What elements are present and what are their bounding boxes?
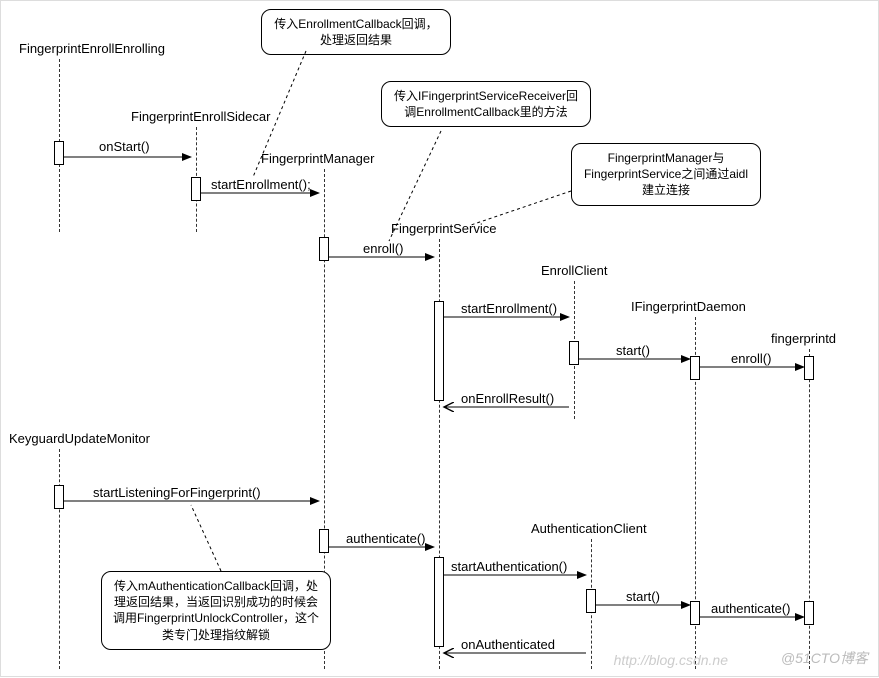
watermark-url: http://blog.csdn.ne [614, 652, 728, 668]
activation [804, 356, 814, 380]
lifeline-head-kum: KeyguardUpdateMonitor [9, 431, 150, 446]
lifeline-head-fs: FingerprintService [391, 221, 497, 236]
msg-start2: start() [626, 589, 660, 604]
note-auth-callback: 传入mAuthenticationCallback回调，处理返回结果，当返回识别… [101, 571, 331, 650]
msg-start1: start() [616, 343, 650, 358]
activation [319, 529, 329, 553]
activation [690, 601, 700, 625]
sequence-diagram: FingerprintEnrollEnrolling FingerprintEn… [0, 0, 879, 677]
msg-enroll1: enroll() [363, 241, 403, 256]
note-aidl: FingerprintManager与FingerprintService之间通… [571, 143, 761, 206]
activation [804, 601, 814, 625]
activation [191, 177, 201, 201]
msg-onenrollresult: onEnrollResult() [461, 391, 554, 406]
msg-onauthenticated: onAuthenticated [461, 637, 555, 652]
activation [434, 557, 444, 647]
msg-startenrollment1: startEnrollment(); [211, 177, 311, 192]
msg-startauth: startAuthentication() [451, 559, 567, 574]
activation [319, 237, 329, 261]
lifeline-head-fee: FingerprintEnrollEnrolling [19, 41, 165, 56]
activation [569, 341, 579, 365]
lifeline-head-ac: AuthenticationClient [531, 521, 647, 536]
note-ifingerprint-receiver: 传入IFingerprintServiceReceiver回调Enrollmen… [381, 81, 591, 127]
lifeline-head-fm: FingerprintManager [261, 151, 374, 166]
activation [434, 301, 444, 401]
activation [54, 485, 64, 509]
msg-authenticate2: authenticate() [711, 601, 791, 616]
lifeline-head-ifd: IFingerprintDaemon [631, 299, 746, 314]
lifeline-bar [59, 449, 60, 669]
msg-enroll2: enroll() [731, 351, 771, 366]
activation [586, 589, 596, 613]
msg-onstart: onStart() [99, 139, 150, 154]
msg-startenrollment2: startEnrollment() [461, 301, 557, 316]
activation [54, 141, 64, 165]
activation [690, 356, 700, 380]
msg-startlistening: startListeningForFingerprint() [93, 485, 261, 500]
lifeline-head-fpd: fingerprintd [771, 331, 836, 346]
note-enrollment-callback: 传入EnrollmentCallback回调，处理返回结果 [261, 9, 451, 55]
lifeline-head-ec: EnrollClient [541, 263, 607, 278]
msg-authenticate1: authenticate() [346, 531, 426, 546]
lifeline-head-fes: FingerprintEnrollSidecar [131, 109, 270, 124]
watermark-brand: @51CTO博客 [781, 648, 868, 668]
